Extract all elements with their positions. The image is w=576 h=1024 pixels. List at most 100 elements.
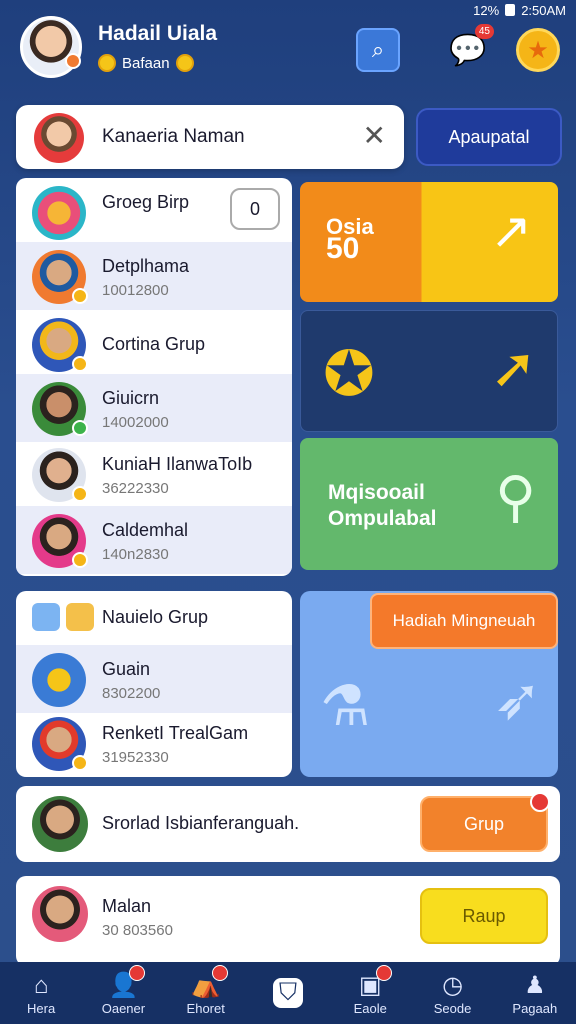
count-badge[interactable]: 0: [230, 188, 280, 230]
list-item[interactable]: RenketI TrealGam 31952330: [16, 709, 292, 777]
verified-badge-icon: ✪: [323, 340, 375, 409]
nav-label: Ehoret: [186, 1000, 225, 1016]
search-button[interactable]: ⌕: [356, 28, 400, 72]
add-button[interactable]: Raup: [420, 888, 548, 944]
nearby-groups: Nauielo Grup Guain 8302200 RenketI Treal…: [16, 591, 292, 777]
magnifier-icon: ⚲: [494, 465, 536, 528]
nav-label: Hera: [27, 1000, 56, 1016]
suggestion-text: Srorlad Isbianferanguah.: [102, 813, 300, 833]
list-item-title: KuniaH IlanwaToIb: [102, 454, 253, 474]
friend-sub: 30 803560: [102, 922, 173, 939]
nav-center[interactable]: ⛉: [248, 978, 328, 1008]
notification-dot: [211, 964, 228, 981]
tile-label: Mqisooail Ompulabal: [328, 480, 437, 532]
trend-up-icon: ➚: [490, 336, 537, 399]
search-field[interactable]: Kanaeria Naman ✕: [16, 105, 404, 169]
status-icon: [72, 288, 88, 304]
list-item[interactable]: Giuicrn 14002000: [16, 374, 292, 442]
apply-button[interactable]: Apaupatal: [416, 108, 562, 166]
list-item-title: Giuicrn: [102, 388, 160, 408]
section-title: Nauielo Grup: [102, 607, 209, 627]
rocket-icon: ➶: [493, 667, 542, 732]
nav-label: Eaole: [353, 1000, 387, 1016]
nav-profile[interactable]: ♟ Pagaah: [495, 971, 575, 1016]
profile-sub-text: Bafaan: [122, 54, 170, 72]
list-item-title: Detplhama: [102, 256, 190, 276]
arrow-up-right-icon: ↗: [490, 203, 532, 259]
nav-owner[interactable]: 👤 Oaener: [83, 964, 163, 1016]
promo-tile-discount[interactable]: Osia 50 ↗: [300, 182, 558, 302]
board-icon: ▣: [358, 971, 382, 999]
list-item[interactable]: Guain 8302200: [16, 645, 292, 713]
list-item[interactable]: Detplhama 10012800: [16, 242, 292, 310]
list-item-title: RenketI TrealGam: [102, 723, 249, 743]
list-item-title: Cortina Grup: [102, 334, 206, 354]
nav-home[interactable]: ⌂ Hera: [1, 971, 81, 1016]
weekly-reward-card[interactable]: Hadiah Mingneuah ⚗ ➶: [300, 591, 558, 777]
status-icon: [72, 420, 88, 436]
avatar: [32, 886, 88, 942]
badge-icon: [65, 53, 81, 69]
promo-tile-verified[interactable]: ✪ ➚: [300, 310, 558, 432]
list-item-sub: 14002000: [102, 414, 169, 431]
list-item[interactable]: KuniaH IlanwaToIb 36222330: [16, 440, 292, 508]
messages-button[interactable]: 💬 45: [446, 24, 494, 72]
nav-label: Seode: [433, 1000, 472, 1016]
status-icon: [72, 486, 88, 502]
tile-label: Osia 50: [326, 216, 374, 265]
user-icon: 👤: [108, 971, 139, 999]
join-group-label: Grup: [463, 813, 505, 834]
tile-label-bottom: 50: [326, 232, 360, 265]
list-item[interactable]: Caldemhal 140n2830: [16, 506, 292, 574]
friend-card: Malan 30 803560 Raup: [16, 876, 560, 966]
bottle-icon: ⚗: [320, 674, 371, 737]
tag-icon: [66, 603, 94, 631]
bottom-nav: ⌂ Hera 👤 Oaener ⛺ Ehoret ⛉ ▣ Eaole ◷ Seode ♟ P…: [0, 962, 576, 1024]
profile-avatar[interactable]: [20, 16, 82, 78]
notification-dot: [376, 964, 393, 981]
search-icon: ⌕: [371, 37, 385, 62]
list-item-sub: 36222330: [102, 480, 169, 497]
profile-sub: Bafaan: [98, 54, 194, 72]
list-item-sub: 10012800: [102, 282, 169, 299]
list-item-sub: 140n2830: [102, 546, 169, 563]
list-item[interactable]: Cortina Grup: [16, 310, 292, 378]
search-input[interactable]: Kanaeria Naman: [102, 126, 245, 148]
nav-store[interactable]: ⛺ Ehoret: [166, 964, 246, 1016]
nav-label: Oaener: [101, 1000, 146, 1016]
map-icon: [32, 603, 60, 631]
status-icon: [72, 755, 88, 771]
list-item-title: Guain: [102, 659, 151, 679]
list-item-sub: 8302200: [102, 685, 161, 702]
nav-board[interactable]: ▣ Eaole: [330, 964, 410, 1016]
clock-icon: ◷: [442, 971, 464, 999]
coin-icon-2: [175, 54, 194, 72]
promo-tile-search[interactable]: Mqisooail Ompulabal ⚲: [300, 438, 558, 570]
home-icon: ⌂: [33, 971, 49, 999]
avatar: [32, 796, 88, 852]
star-icon: ★: [527, 36, 549, 64]
tile-label-line2: Ompulabal: [328, 507, 437, 530]
status-icon: [72, 356, 88, 372]
reward-button[interactable]: Hadiah Mingneuah: [370, 593, 558, 649]
list-item-title: Caldemhal: [102, 520, 189, 540]
favorites-button[interactable]: ★: [516, 28, 560, 72]
nav-search[interactable]: ◷ Seode: [413, 971, 493, 1016]
store-icon: ⛺: [190, 971, 221, 999]
shield-icon: ⛉: [272, 978, 303, 1008]
close-icon[interactable]: ✕: [363, 119, 386, 152]
message-badge: 45: [474, 24, 494, 39]
notification-dot: [530, 792, 550, 812]
join-group-button[interactable]: Grup: [420, 792, 550, 852]
status-icon: [72, 552, 88, 568]
tile-label-line1: Mqisooail: [328, 481, 425, 504]
notification-dot: [129, 964, 146, 981]
coin-icon: [98, 54, 116, 72]
list-item[interactable]: Groeg Birp 0: [16, 178, 292, 246]
nearby-icons: [32, 603, 94, 631]
friend-name: Malan: [102, 896, 152, 916]
group-list: Groeg Birp 0 Detplhama 10012800 Cortina …: [16, 178, 292, 576]
list-item-title: Groeg Birp: [102, 192, 190, 212]
avatar: [34, 113, 84, 163]
nav-label: Pagaah: [512, 1000, 558, 1016]
